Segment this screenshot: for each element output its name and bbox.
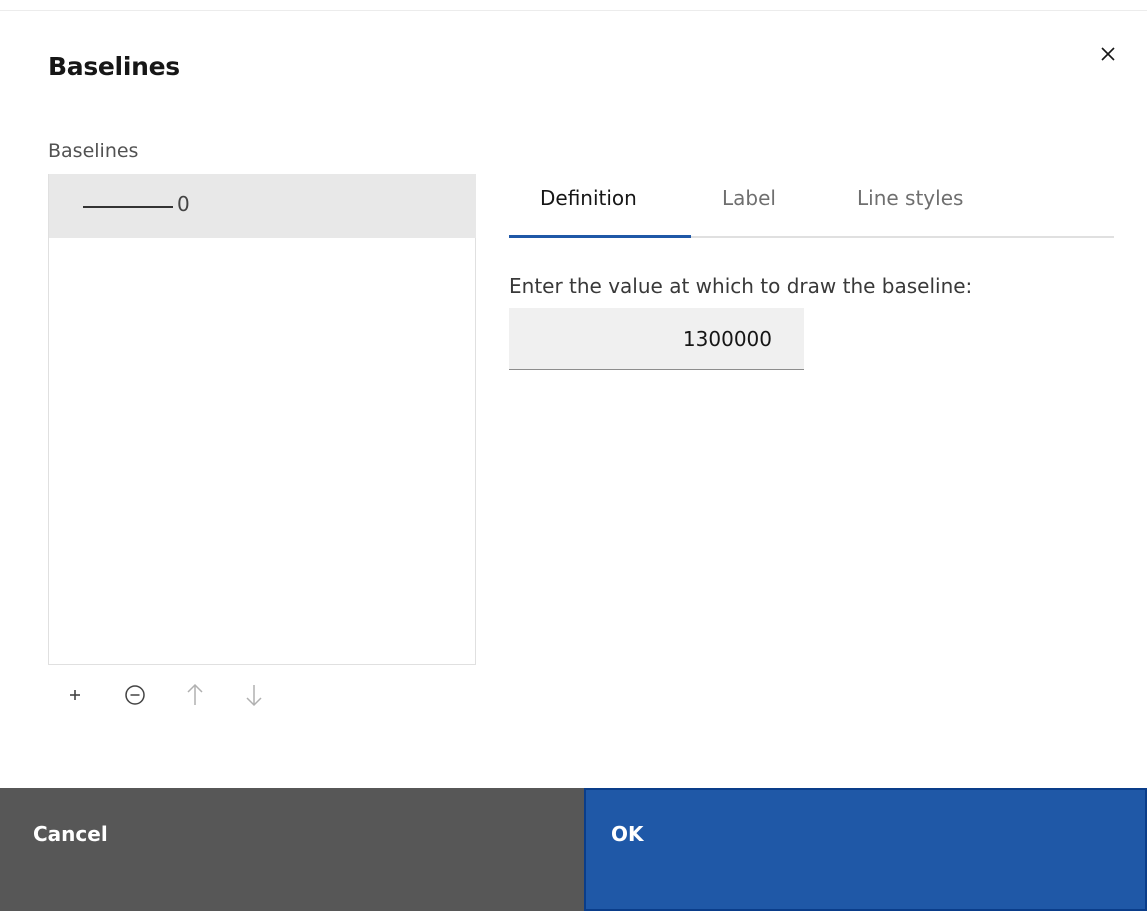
baselines-list: 0 — [48, 174, 476, 665]
baselines-list-label: Baselines — [48, 140, 139, 162]
dialog-title: Baselines — [48, 52, 180, 81]
ok-button-label: OK — [611, 822, 644, 846]
tab-line-styles[interactable]: Line styles — [825, 172, 1019, 238]
tab-definition-label: Definition — [540, 186, 637, 210]
baseline-value-label: Enter the value at which to draw the bas… — [509, 274, 973, 298]
arrow-down-icon[interactable] — [241, 682, 267, 708]
baseline-item-label: 0 — [177, 192, 190, 216]
tab-definition[interactable]: Definition — [509, 172, 691, 238]
ok-button[interactable]: OK — [584, 788, 1147, 911]
tab-label[interactable]: Label — [693, 172, 823, 238]
tab-line-styles-label: Line styles — [857, 186, 964, 210]
baseline-list-item[interactable]: 0 — [49, 174, 476, 238]
cancel-button-label: Cancel — [33, 822, 108, 846]
tab-active-indicator — [509, 235, 691, 238]
line-swatch-icon — [83, 206, 173, 208]
close-icon[interactable] — [1094, 40, 1122, 68]
cancel-button[interactable]: Cancel — [0, 788, 584, 911]
top-divider — [0, 10, 1147, 11]
baseline-value-input[interactable] — [509, 308, 804, 370]
tab-label-label: Label — [722, 186, 776, 210]
plus-icon[interactable] — [62, 682, 88, 708]
arrow-up-icon[interactable] — [182, 682, 208, 708]
tab-bar: Definition Label Line styles — [509, 172, 1114, 238]
minus-circle-icon[interactable] — [122, 682, 148, 708]
